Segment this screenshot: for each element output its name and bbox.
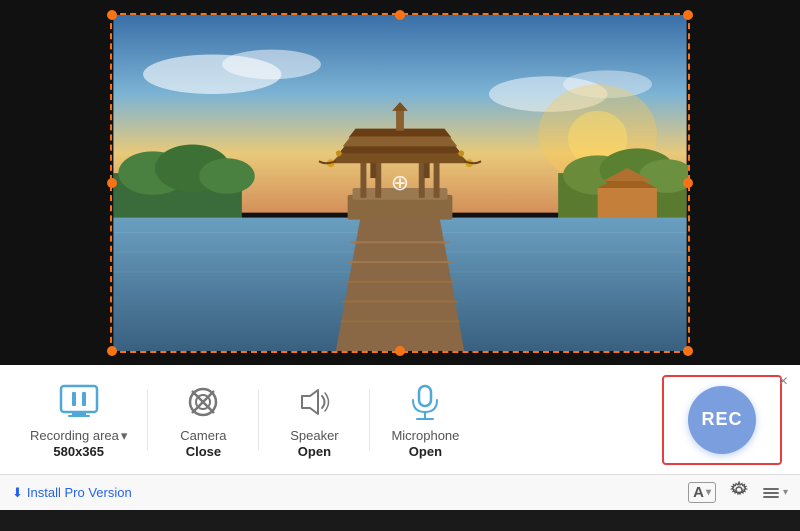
speaker-item[interactable]: Speaker Open [259,372,369,467]
speaker-icon [292,383,336,421]
camera-label-top: Camera [180,428,226,443]
main-layout: ⊕ × [0,0,800,531]
status-bar-right: A ▾ ▾ [688,481,788,504]
recording-area-dropdown[interactable]: ▾ [121,428,128,444]
microphone-icon-wrap [403,380,447,424]
recording-area-icon [57,383,101,421]
install-pro-label: Install Pro Version [27,485,132,500]
settings-icon[interactable] [730,481,748,504]
font-icon[interactable]: A ▾ [688,482,716,503]
install-pro-icon: ⬇ [12,485,23,501]
camera-icon-wrap [181,380,225,424]
handle-bottom-center[interactable] [395,346,405,356]
handle-top-left[interactable] [107,10,117,20]
microphone-item[interactable]: Microphone Open [370,372,480,467]
handle-middle-left[interactable] [107,178,117,188]
recording-area-label-top: Recording area [30,428,119,443]
recording-area-label-wrapper: Recording area ▾ [30,428,127,444]
microphone-label-top: Microphone [391,428,459,443]
recording-area-size: 580x365 [53,444,104,459]
recording-area-icon-wrap [57,380,101,424]
camera-icon [181,383,225,421]
rec-area: REC [662,375,782,465]
toolbar-close-button[interactable]: × [779,373,788,391]
rec-button[interactable]: REC [688,386,756,454]
install-pro-link[interactable]: ⬇ Install Pro Version [12,485,132,501]
camera-status: Close [186,444,221,459]
rec-label: REC [701,409,742,430]
capture-image [112,15,688,351]
handle-bottom-left[interactable] [107,346,117,356]
microphone-status: Open [409,444,442,459]
canvas-area: ⊕ [0,0,800,365]
speaker-icon-wrap [292,380,336,424]
toolbar-items: Recording area ▾ 580x365 [10,372,662,467]
handle-bottom-right[interactable] [683,346,693,356]
handle-middle-right[interactable] [683,178,693,188]
toolbar: × Recording area [0,365,800,474]
status-bar: ⬇ Install Pro Version A ▾ [0,474,800,510]
capture-region[interactable]: ⊕ [110,13,690,353]
speaker-label-top: Speaker [290,428,338,443]
microphone-icon [403,382,447,422]
handle-top-right[interactable] [683,10,693,20]
menu-icon[interactable]: ▾ [762,484,788,502]
handle-top-center[interactable] [395,10,405,20]
recording-area-item[interactable]: Recording area ▾ 580x365 [10,372,147,467]
speaker-status: Open [298,444,331,459]
camera-item[interactable]: Camera Close [148,372,258,467]
